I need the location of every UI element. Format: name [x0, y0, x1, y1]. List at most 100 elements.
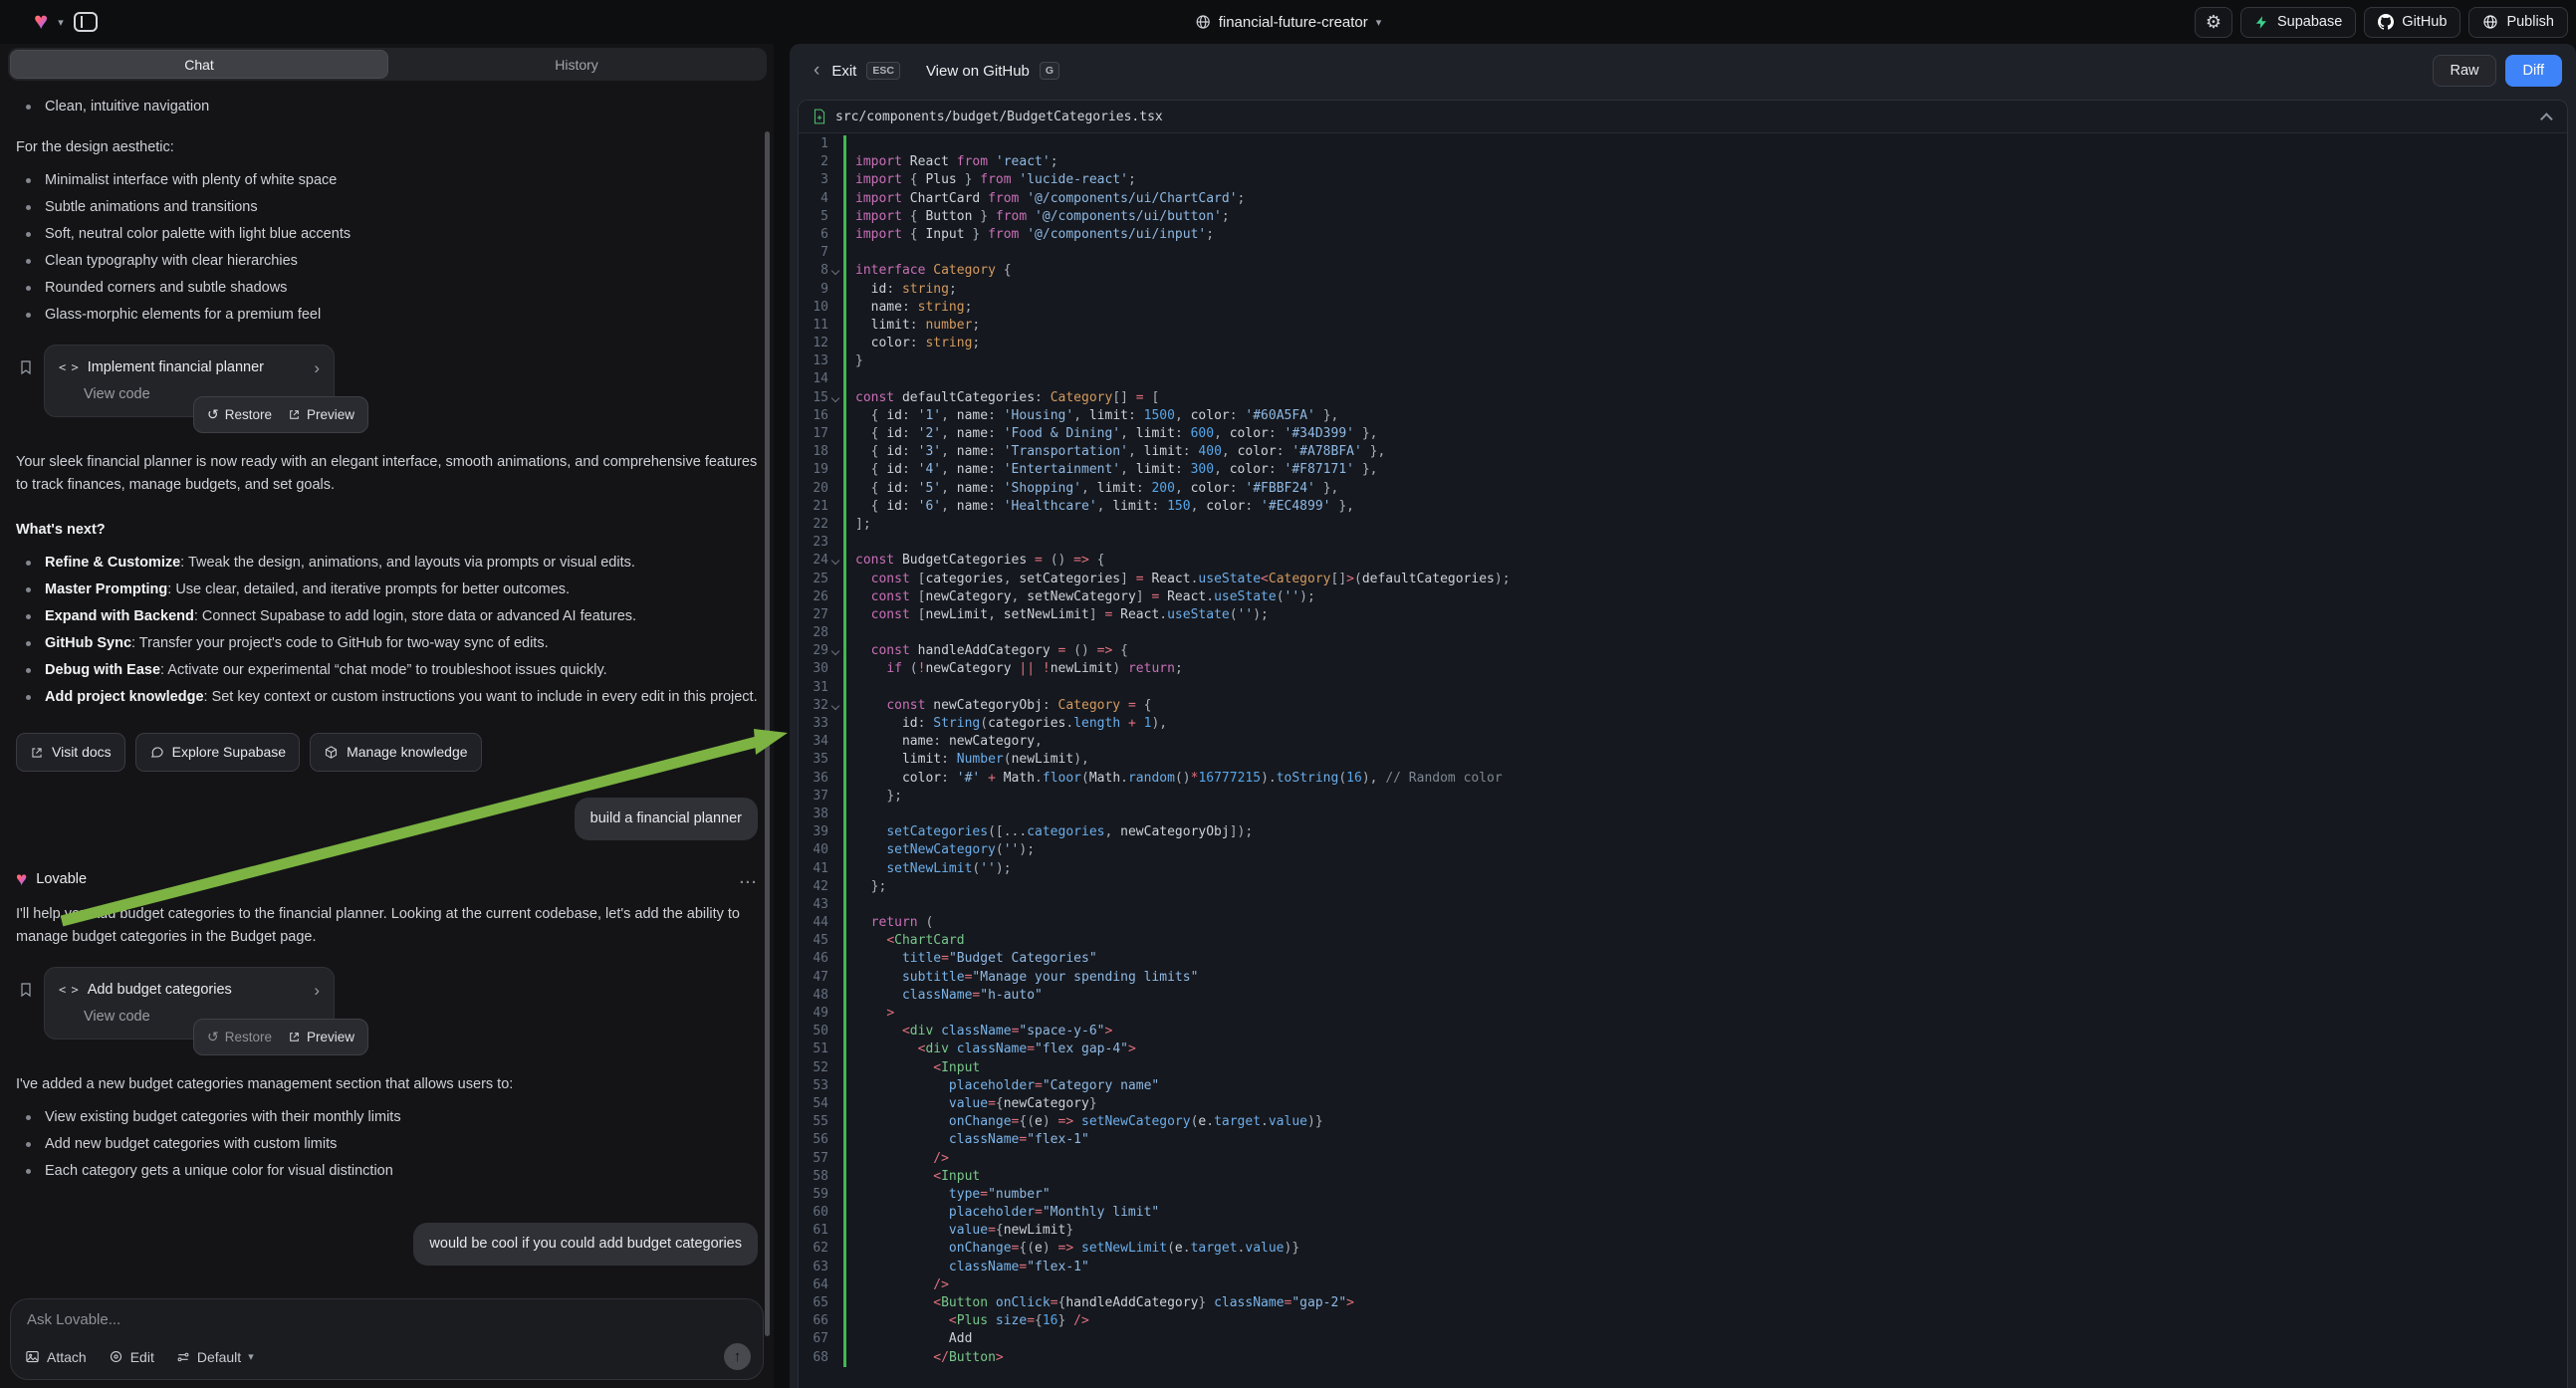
code-line: 42 };: [799, 878, 2567, 896]
visit-docs-button[interactable]: Visit docs: [16, 733, 125, 772]
restore-button[interactable]: ↺Restore: [207, 1026, 272, 1048]
user-message: would be cool if you could add budget ca…: [413, 1223, 758, 1266]
design-bullet-list: Minimalist interface with plenty of whit…: [16, 169, 758, 327]
fold-chevron-icon[interactable]: [831, 647, 839, 655]
code-line: 28: [799, 624, 2567, 642]
supabase-button[interactable]: Supabase: [2240, 7, 2356, 38]
diff-added-bar: [843, 1294, 846, 1312]
image-icon: [25, 1349, 40, 1364]
chevron-right-icon: ›: [314, 356, 320, 379]
list-item: Refine & Customize: Tweak the design, an…: [16, 552, 758, 575]
view-on-github-button[interactable]: View on GitHub: [926, 63, 1030, 80]
code-line: 64 />: [799, 1276, 2567, 1294]
version-card-2-wrap: < > Add budget categories › View code ↺R…: [16, 967, 758, 1040]
diff-added-bar: [843, 352, 846, 370]
lovable-logo[interactable]: ♥: [34, 10, 48, 34]
diff-added-bar: [843, 516, 846, 534]
diff-added-bar: [843, 1259, 846, 1276]
fold-column: [828, 1041, 843, 1058]
line-number: 41: [799, 860, 828, 878]
exit-button[interactable]: Exit: [831, 63, 856, 80]
fold-column: [828, 226, 843, 244]
tab-history[interactable]: History: [388, 50, 765, 79]
bullet-dot: [26, 1142, 31, 1147]
diff-added-bar: [843, 262, 846, 280]
line-number: 45: [799, 932, 828, 950]
chevron-left-icon[interactable]: ‹: [814, 60, 820, 82]
chat-scrollbar[interactable]: [765, 131, 770, 1336]
diff-added-bar: [843, 1222, 846, 1240]
restore-button[interactable]: ↺Restore: [207, 403, 272, 426]
diff-added-bar: [843, 1077, 846, 1095]
settings-button[interactable]: ⚙: [2195, 7, 2232, 38]
fold-column: [828, 153, 843, 171]
diff-added-bar: [843, 335, 846, 352]
fold-chevron-icon[interactable]: [831, 267, 839, 275]
tab-chat[interactable]: Chat: [10, 50, 388, 79]
line-number: 68: [799, 1349, 828, 1367]
prompt-input[interactable]: [27, 1311, 703, 1339]
fold-chevron-icon[interactable]: [831, 393, 839, 401]
version-actions-pill: ↺Restore Preview: [193, 396, 368, 433]
sidebar-toggle-icon[interactable]: [74, 12, 98, 32]
diff-added-bar: [843, 841, 846, 859]
diff-added-bar: [843, 171, 846, 189]
line-number: 6: [799, 226, 828, 244]
preview-button[interactable]: Preview: [288, 1026, 354, 1048]
line-number: 32: [799, 697, 828, 715]
diff-toggle-button[interactable]: Diff: [2505, 55, 2563, 87]
code-line: 8interface Category {: [799, 262, 2567, 280]
diff-added-bar: [843, 244, 846, 262]
fold-column: [828, 190, 843, 208]
fold-column: [828, 1095, 843, 1113]
fold-column: [828, 389, 843, 407]
line-number: 48: [799, 987, 828, 1005]
edit-button[interactable]: Edit: [109, 1349, 154, 1365]
file-header[interactable]: src/components/budget/BudgetCategories.t…: [799, 101, 2567, 133]
fold-column: [828, 281, 843, 299]
fold-column: [828, 896, 843, 914]
github-button[interactable]: GitHub: [2364, 7, 2460, 38]
line-number: 7: [799, 244, 828, 262]
project-chevron-down-icon: ▾: [1376, 16, 1382, 29]
fold-column: [828, 1113, 843, 1131]
attach-button[interactable]: Attach: [25, 1349, 87, 1365]
version-card-add-budget-categories[interactable]: < > Add budget categories › View code ↺R…: [44, 967, 335, 1040]
mode-selector[interactable]: Default ▾: [176, 1349, 254, 1365]
fold-chevron-icon[interactable]: [831, 702, 839, 710]
line-number: 34: [799, 733, 828, 751]
diff-added-bar: [843, 534, 846, 552]
project-selector[interactable]: financial-future-creator ▾: [1195, 0, 1382, 44]
line-number: 66: [799, 1312, 828, 1330]
line-number: 62: [799, 1240, 828, 1258]
explore-supabase-button[interactable]: Explore Supabase: [135, 733, 300, 772]
line-number: 9: [799, 281, 828, 299]
publish-button[interactable]: Publish: [2468, 7, 2568, 38]
line-number: 60: [799, 1204, 828, 1222]
preview-button[interactable]: Preview: [288, 403, 354, 426]
bullet-dot: [26, 178, 31, 183]
diff-added-bar: [843, 1023, 846, 1041]
target-icon: [109, 1349, 123, 1364]
diff-added-bar: [843, 606, 846, 624]
logo-chevron-down-icon[interactable]: ▾: [58, 16, 64, 29]
version-card-implement-financial-planner[interactable]: < > Implement financial planner › View c…: [44, 345, 335, 417]
gear-icon: ⚙: [2206, 12, 2222, 33]
code-line: 15const defaultCategories: Category[] = …: [799, 389, 2567, 407]
line-number: 63: [799, 1259, 828, 1276]
fold-column: [828, 208, 843, 226]
code-brackets-icon: < >: [59, 979, 78, 1002]
send-button[interactable]: ↑: [724, 1343, 751, 1370]
manage-knowledge-button[interactable]: Manage knowledge: [310, 733, 481, 772]
raw-toggle-button[interactable]: Raw: [2433, 55, 2495, 87]
fold-column: [828, 425, 843, 443]
diff-added-bar: [843, 878, 846, 896]
code-line: 66 <Plus size={16} />: [799, 1312, 2567, 1330]
line-number: 38: [799, 806, 828, 823]
message-more-button[interactable]: ...: [740, 868, 758, 891]
fold-column: [828, 969, 843, 987]
code-line: 47 subtitle="Manage your spending limits…: [799, 969, 2567, 987]
list-item: Add new budget categories with custom li…: [16, 1133, 758, 1156]
collapse-chevron-up-icon[interactable]: [2540, 113, 2553, 125]
fold-chevron-icon[interactable]: [831, 557, 839, 565]
